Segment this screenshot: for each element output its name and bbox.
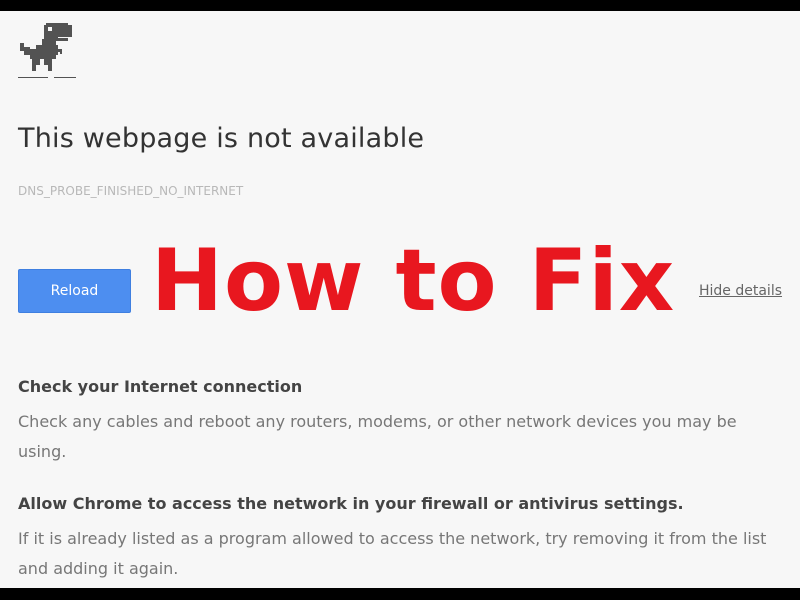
browser-error-page: This webpage is not available DNS_PROBE_… [0,11,800,588]
page-title: This webpage is not available [18,123,425,154]
section-heading-internet: Check your Internet connection [18,377,303,396]
section-body-firewall: If it is already listed as a program all… [18,529,767,578]
section-body-internet: Check any cables and reboot any routers,… [18,412,737,461]
section-heading-firewall: Allow Chrome to access the network in yo… [18,494,684,513]
video-frame: This webpage is not available DNS_PROBE_… [0,0,800,600]
hide-details-link[interactable]: Hide details [699,283,782,299]
error-code: DNS_PROBE_FINISHED_NO_INTERNET [18,184,244,198]
how-to-fix-overlay-text: How to Fix [151,231,676,331]
reload-button[interactable]: Reload [18,269,131,313]
offline-dinosaur-icon [18,23,76,78]
